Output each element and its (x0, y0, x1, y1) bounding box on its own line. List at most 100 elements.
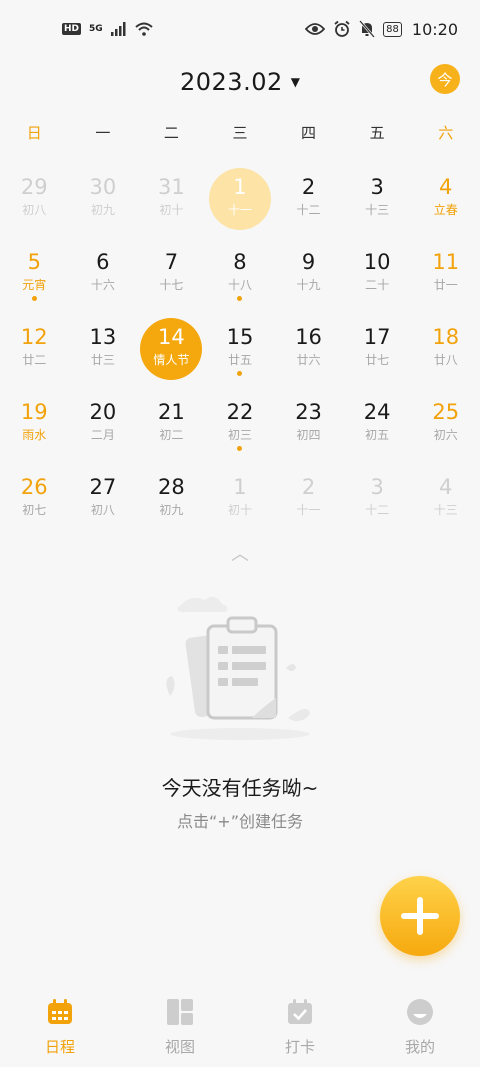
calendar-day[interactable]: 5 元宵 (0, 237, 69, 312)
lunar-date: 二十 (365, 278, 390, 292)
network-type: 5G (89, 24, 103, 34)
calendar-day[interactable]: 26 初七 (0, 462, 69, 537)
calendar-day[interactable]: 8 十八 (206, 237, 275, 312)
calendar-day[interactable]: 27 初八 (69, 462, 138, 537)
nav-item-check-calendar[interactable]: 打卡 (240, 990, 360, 1067)
lunar-date: 十三 (433, 503, 458, 517)
lunar-date: 十六 (90, 278, 115, 292)
lunar-date: 雨水 (22, 428, 47, 442)
day-number: 4 (439, 175, 453, 199)
lunar-date: 初三 (227, 428, 252, 442)
calendar-day[interactable]: 13 廿三 (69, 312, 138, 387)
nav-item-profile[interactable]: 我的 (360, 990, 480, 1067)
add-task-button[interactable] (380, 876, 460, 956)
nav-label: 日程 (44, 1038, 75, 1056)
day-number: 20 (89, 400, 117, 424)
calendar-day[interactable]: 9 十九 (274, 237, 343, 312)
hd-badge: HD (62, 23, 82, 35)
event-dot (31, 296, 37, 301)
lunar-date: 十九 (296, 278, 321, 292)
clock: 10:20 (411, 19, 458, 39)
calendar-day[interactable]: 23 初四 (274, 387, 343, 462)
calendar-day[interactable]: 10 二十 (343, 237, 412, 312)
calendar-day[interactable]: 25 初六 (411, 387, 480, 462)
day-number: 18 (432, 325, 460, 349)
calendar-day[interactable]: 3 十三 (343, 162, 412, 237)
day-number: 28 (158, 475, 185, 499)
weekday-label: 三 (232, 124, 248, 142)
calendar-day[interactable]: 21 初二 (137, 387, 206, 462)
calendar-grid: 29 初八 30 初九 31 初十 1 十一 2 十二 3 十三 4 立春 5 元宵 6 十六 7 十七 8 十八 9 十九 1… (0, 162, 480, 537)
weekday-header: 日一二三四五六 (0, 122, 480, 150)
calendar-header: 2023.02 ▼ 今 (0, 58, 480, 106)
calendar-day[interactable]: 16 廿六 (274, 312, 343, 387)
lunar-date: 廿七 (365, 353, 390, 367)
day-number: 27 (89, 475, 117, 499)
lunar-date: 立春 (433, 203, 458, 217)
calendar-day-selected[interactable]: 14 情人节 (137, 312, 206, 387)
day-number: 22 (226, 400, 254, 424)
calendar-day[interactable]: 4 立春 (411, 162, 480, 237)
battery-indicator: 88 (383, 21, 402, 37)
day-number: 1 (233, 475, 247, 499)
collapse-chevron-icon[interactable]: ︿ (0, 540, 480, 566)
calendar-day[interactable]: 1 初十 (206, 462, 275, 537)
calendar-day[interactable]: 18 廿八 (411, 312, 480, 387)
calendar-day[interactable]: 3 十二 (343, 462, 412, 537)
weekday-label: 六 (438, 124, 454, 142)
event-dot (237, 371, 243, 376)
alarm-icon (334, 20, 350, 37)
day-number: 25 (432, 400, 460, 424)
calendar-day[interactable]: 30 初九 (69, 162, 138, 237)
day-number: 3 (370, 175, 384, 199)
grid-view-icon (166, 998, 194, 1030)
calendar-day[interactable]: 20 二月 (69, 387, 138, 462)
day-number: 29 (20, 175, 48, 199)
calendar-day[interactable]: 19 雨水 (0, 387, 69, 462)
calendar-day-today[interactable]: 1 十一 (206, 162, 275, 237)
today-button[interactable]: 今 (430, 64, 460, 94)
month-picker[interactable]: 2023.02 ▼ (180, 68, 300, 96)
day-number: 17 (363, 325, 391, 349)
day-number: 24 (363, 400, 391, 424)
day-number: 15 (226, 325, 254, 349)
lunar-date: 初六 (433, 428, 458, 442)
day-number: 21 (158, 400, 185, 424)
day-number: 3 (370, 475, 384, 499)
calendar-day[interactable]: 2 十一 (274, 462, 343, 537)
nav-label: 视图 (164, 1038, 195, 1056)
calendar-day[interactable]: 29 初八 (0, 162, 69, 237)
weekday-label: 二 (163, 124, 179, 142)
day-number: 16 (295, 325, 322, 349)
calendar-day[interactable]: 28 初九 (137, 462, 206, 537)
calendar-day[interactable]: 11 廿一 (411, 237, 480, 312)
calendar-day[interactable]: 15 廿五 (206, 312, 275, 387)
day-number: 13 (89, 325, 117, 349)
calendar-day[interactable]: 4 十三 (411, 462, 480, 537)
lunar-date: 情人节 (153, 353, 190, 367)
lunar-date: 廿一 (433, 278, 458, 292)
day-number: 12 (20, 325, 48, 349)
signal-icon (110, 22, 126, 36)
calendar-day[interactable]: 7 十七 (137, 237, 206, 312)
calendar-day[interactable]: 6 十六 (69, 237, 138, 312)
calendar-day[interactable]: 24 初五 (343, 387, 412, 462)
calendar-day[interactable]: 2 十二 (274, 162, 343, 237)
day-number: 10 (363, 250, 391, 274)
event-dot (237, 446, 243, 451)
lunar-date: 十七 (159, 278, 184, 292)
nav-item-calendar[interactable]: 日程 (0, 990, 120, 1067)
calendar-day[interactable]: 12 廿二 (0, 312, 69, 387)
calendar-day[interactable]: 31 初十 (137, 162, 206, 237)
calendar-day[interactable]: 22 初三 (206, 387, 275, 462)
empty-state-illustration (160, 586, 330, 746)
empty-state-subtitle: 点击“+”创建任务 (177, 812, 303, 831)
nav-item-grid-view[interactable]: 视图 (120, 990, 240, 1067)
day-number: 8 (233, 250, 247, 274)
month-title: 2023.02 (180, 68, 283, 96)
lunar-date: 十一 (296, 503, 321, 517)
calendar-day[interactable]: 17 廿七 (343, 312, 412, 387)
day-number: 2 (301, 175, 316, 199)
lunar-date: 十二 (296, 203, 321, 217)
lunar-date: 初七 (22, 503, 47, 517)
